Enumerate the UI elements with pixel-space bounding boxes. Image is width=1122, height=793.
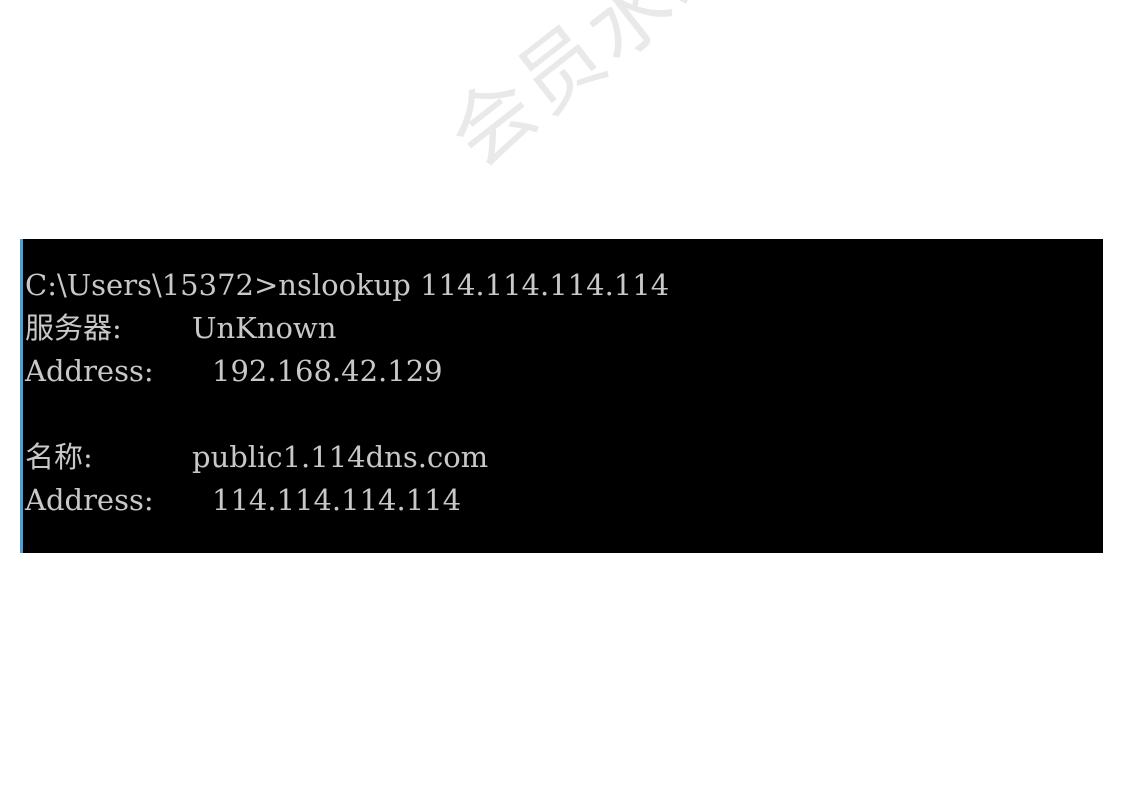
terminal-output: C:\Users\15372>nslookup 114.114.114.114 …: [25, 264, 669, 522]
command-text: nslookup 114.114.114.114: [278, 268, 670, 302]
server-label: 服务器:: [25, 311, 122, 345]
answer-address-label: Address:: [25, 483, 154, 517]
name-line: 名称: public1.114dns.com: [25, 436, 669, 479]
name-value: public1.114dns.com: [192, 440, 489, 474]
server-value: UnKnown: [192, 311, 337, 345]
server-address-label: Address:: [25, 354, 154, 388]
server-line: 服务器: UnKnown: [25, 307, 669, 350]
answer-address-line: Address: 114.114.114.114: [25, 479, 669, 522]
server-address-line: Address: 192.168.42.129: [25, 350, 669, 393]
prompt-text: C:\Users\15372>: [25, 268, 279, 302]
server-address-value: 192.168.42.129: [212, 354, 443, 388]
command-line: C:\Users\15372>nslookup 114.114.114.114: [25, 264, 669, 307]
watermark: 会员水印: [432, 0, 762, 186]
command-prompt-window[interactable]: C:\Users\15372>nslookup 114.114.114.114 …: [20, 239, 1103, 553]
name-label: 名称:: [25, 440, 93, 474]
answer-address-value: 114.114.114.114: [212, 483, 462, 517]
